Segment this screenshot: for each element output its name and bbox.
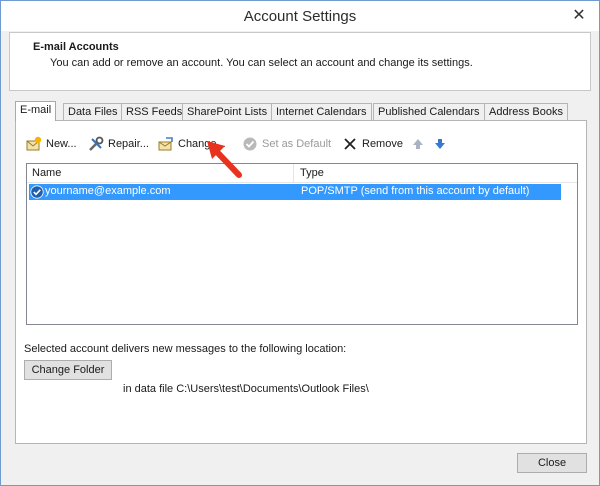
set-as-default-button[interactable]: Set as Default (242, 135, 331, 153)
remove-button[interactable]: Remove (342, 135, 403, 153)
new-button[interactable]: New... (26, 135, 77, 153)
move-down-icon (432, 136, 448, 152)
repair-icon (88, 136, 104, 152)
close-icon[interactable]: ✕ (569, 6, 589, 26)
email-tab-panel: New... Repair... Change... Set as Defaul… (15, 120, 587, 444)
tab-sharepoint-lists[interactable]: SharePoint Lists (182, 103, 273, 120)
account-settings-dialog: Account Settings ✕ E-mail Accounts You c… (0, 0, 600, 486)
move-down-button[interactable] (432, 135, 452, 153)
column-header-type[interactable]: Type (300, 167, 324, 179)
move-up-button[interactable] (410, 135, 430, 153)
delivery-location-label: Selected account delivers new messages t… (24, 343, 347, 355)
default-account-check-icon (30, 185, 44, 199)
list-header: Name Type (27, 164, 577, 183)
tab-email[interactable]: E-mail (15, 101, 57, 121)
new-button-label: New... (46, 138, 77, 150)
tab-published-calendars[interactable]: Published Calendars (373, 103, 485, 120)
tab-internet-calendars[interactable]: Internet Calendars (271, 103, 372, 120)
tab-address-books[interactable]: Address Books (484, 103, 568, 120)
header-title: E-mail Accounts (33, 41, 119, 53)
table-row[interactable]: yourname@example.com POP/SMTP (send from… (29, 184, 561, 200)
move-up-icon (410, 136, 426, 152)
title-bar: Account Settings ✕ (1, 1, 599, 31)
window-title: Account Settings (243, 8, 357, 25)
callout-arrow-icon (207, 141, 242, 178)
account-type: POP/SMTP (send from this account by defa… (301, 185, 530, 197)
account-name: yourname@example.com (45, 185, 171, 197)
account-list[interactable]: Name Type yourname@example.com POP/SMTP … (26, 163, 578, 325)
data-file-path: in data file C:\Users\test\Documents\Out… (123, 383, 369, 395)
repair-button[interactable]: Repair... (88, 135, 149, 153)
set-as-default-label: Set as Default (262, 138, 332, 150)
tab-rss-feeds[interactable]: RSS Feeds (121, 103, 188, 120)
remove-button-label: Remove (362, 138, 403, 150)
remove-icon (342, 136, 358, 152)
change-icon (158, 136, 174, 152)
change-folder-button[interactable]: Change Folder (24, 360, 112, 380)
header-description: You can add or remove an account. You ca… (50, 57, 473, 69)
close-button[interactable]: Close (517, 453, 587, 473)
new-account-icon (26, 136, 42, 152)
repair-button-label: Repair... (108, 138, 149, 150)
column-divider[interactable] (293, 164, 294, 182)
header-panel: E-mail Accounts You can add or remove an… (9, 32, 591, 91)
column-header-name[interactable]: Name (32, 167, 61, 179)
tab-data-files[interactable]: Data Files (63, 103, 123, 120)
